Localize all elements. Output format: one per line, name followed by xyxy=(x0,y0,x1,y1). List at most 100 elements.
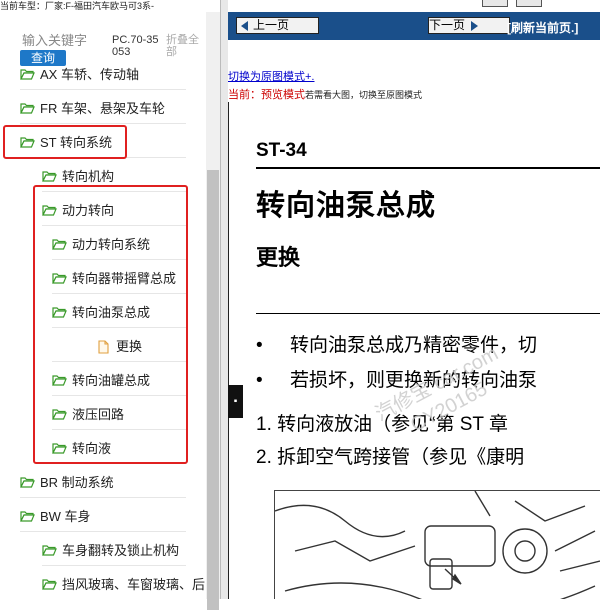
page-title: 转向油泵总成 xyxy=(256,190,437,222)
bullet-dot-icon: • xyxy=(256,370,263,391)
tree-item[interactable]: 车身翻转及锁止机构 xyxy=(42,540,179,559)
tree-scrollbar[interactable] xyxy=(206,12,220,610)
tree-item-label: 动力转向系统 xyxy=(72,237,151,252)
tree-item[interactable]: FR 车架、悬架及车轮 xyxy=(20,98,165,117)
folder-open-icon xyxy=(52,238,67,250)
next-page-button[interactable]: 下一页 xyxy=(428,17,510,34)
mode-hint: 若需看大图，切换至原图模式 xyxy=(305,90,423,100)
window-top-strip xyxy=(228,0,600,12)
tree-item-label: AX 车轿、传动轴 xyxy=(40,67,139,82)
tree-row: 挡风玻璃、车窗玻璃、后 xyxy=(0,566,206,599)
collapse-all-link[interactable]: 折叠全部 xyxy=(166,34,206,58)
mode-prefix: 当前： xyxy=(228,89,261,101)
tree-item-steering-system[interactable]: ST 转向系统 xyxy=(20,132,112,151)
bullet-text: 若损坏，则更换新的转向油泵 xyxy=(290,370,538,391)
tree-row: 动力转向 xyxy=(0,192,206,226)
section-title: 更换 xyxy=(256,245,301,270)
page-border xyxy=(228,102,229,599)
folder-open-icon xyxy=(42,170,57,182)
tree-row: 转向器带摇臂总成 xyxy=(0,260,206,294)
folder-open-icon xyxy=(52,408,67,420)
tree-row: 更换 xyxy=(0,328,206,362)
tree-item-power-steering[interactable]: 动力转向 xyxy=(42,200,114,219)
tree-row: 动力转向系统 xyxy=(0,226,206,260)
folder-open-icon xyxy=(20,510,35,522)
side-tab[interactable]: ▪ xyxy=(228,385,243,418)
mode-status: 当前：预览模式若需看大图，切换至原图模式 xyxy=(228,86,422,102)
illustration-figure xyxy=(274,490,600,599)
doc-toolbar: 上一页 下一页 [刷新当前页.] xyxy=(228,12,600,40)
tree-item[interactable]: AX 车轿、传动轴 xyxy=(20,64,139,83)
tree-item-label: BW 车身 xyxy=(40,509,91,524)
tree-row: FR 车架、悬架及车轮 xyxy=(0,90,206,124)
section-rule xyxy=(256,313,600,314)
bullet-item: • 若损坏，则更换新的转向油泵 xyxy=(256,365,537,392)
tree-item-label: 转向机构 xyxy=(62,169,115,184)
tree-item[interactable]: BR 制动系统 xyxy=(20,472,114,491)
tree-item[interactable]: 转向器带摇臂总成 xyxy=(52,268,176,287)
next-page-label: 下一页 xyxy=(429,18,466,32)
folder-open-icon xyxy=(42,204,57,216)
folder-open-icon xyxy=(20,68,35,80)
tree-item[interactable]: 动力转向系统 xyxy=(52,234,150,253)
tree-item[interactable]: 转向液 xyxy=(52,438,111,457)
window-button[interactable] xyxy=(482,0,508,7)
folder-open-icon xyxy=(42,544,57,556)
heading-rule xyxy=(256,167,600,169)
folder-open-icon xyxy=(20,102,35,114)
prev-page-label: 上一页 xyxy=(253,18,290,32)
tree-row: 转向油罐总成 xyxy=(0,362,206,396)
tree-row: 转向油泵总成 xyxy=(0,294,206,328)
tree-item-label: 转向油泵总成 xyxy=(72,305,151,320)
tree-item-replace[interactable]: 更换 xyxy=(96,336,142,355)
document-icon xyxy=(96,339,111,354)
tree-item[interactable]: 转向油泵总成 xyxy=(52,302,150,321)
tree-item-label: 转向油罐总成 xyxy=(72,373,151,388)
page-id: ST-34 xyxy=(256,140,307,161)
tree-item-label: 液压回路 xyxy=(72,407,125,422)
catalog-tree: AX 车轿、传动轴 FR 车架、悬架及车轮 ST 转向系统 转向机构 动力转向 … xyxy=(0,56,206,599)
folder-open-icon xyxy=(52,306,67,318)
engine-illustration xyxy=(274,490,600,599)
tree-item[interactable]: 转向油罐总成 xyxy=(52,370,150,389)
tree-item[interactable]: 液压回路 xyxy=(52,404,124,423)
window-button[interactable] xyxy=(516,0,542,7)
arrow-right-icon xyxy=(471,20,479,31)
search-bar: 查询 PC.70-35053 折叠全部 xyxy=(0,12,212,66)
tree-row: AX 车轿、传动轴 xyxy=(0,56,206,90)
tree-item-label: 转向液 xyxy=(72,441,112,456)
tree-item-label: ST 转向系统 xyxy=(40,135,112,150)
refresh-page-link[interactable]: [刷新当前页.] xyxy=(507,19,578,36)
tree-row: BW 车身 xyxy=(0,498,206,532)
tree-row: 车身翻转及锁止机构 xyxy=(0,532,206,566)
step-item: 1. 转向液放油（参见“第 ST 章 xyxy=(256,414,508,435)
tree-item-label: FR 车架、悬架及车轮 xyxy=(40,101,165,116)
step-item: 2. 拆卸空气跨接管（参见《康明 xyxy=(256,447,525,468)
mode-value: 预览模式 xyxy=(261,89,305,101)
folder-open-icon xyxy=(20,136,35,148)
folder-open-icon xyxy=(20,476,35,488)
tree-item-label: 车身翻转及锁止机构 xyxy=(62,543,180,558)
tree-item-label: 更换 xyxy=(116,339,143,354)
folder-open-icon xyxy=(52,374,67,386)
scrollbar-thumb[interactable] xyxy=(207,170,219,610)
tree-item[interactable]: 转向机构 xyxy=(42,166,114,185)
arrow-left-icon xyxy=(241,20,248,31)
switch-original-mode-link[interactable]: 切换为原图模式+. xyxy=(228,68,314,84)
bullet-item: • 转向油泵总成乃精密零件，切 xyxy=(256,330,537,357)
tree-row: 液压回路 xyxy=(0,396,206,430)
tree-item-label: 动力转向 xyxy=(62,203,115,218)
bullet-text: 转向油泵总成乃精密零件，切 xyxy=(290,335,538,356)
current-model-line: 当前车型：厂家:F-福田汽车欧马可3系- xyxy=(0,0,228,12)
folder-open-icon xyxy=(52,442,67,454)
tree-row: 转向机构 xyxy=(0,158,206,192)
tree-item[interactable]: BW 车身 xyxy=(20,506,91,525)
folder-open-icon xyxy=(42,578,57,590)
tree-row: ST 转向系统 xyxy=(0,124,206,158)
bullet-dot-icon: • xyxy=(256,335,263,356)
tree-item[interactable]: 挡风玻璃、车窗玻璃、后 xyxy=(42,574,205,593)
document-viewer: 切换为原图模式+. 当前：预览模式若需看大图，切换至原图模式 ST-34 转向油… xyxy=(228,40,600,599)
keyword-input[interactable] xyxy=(22,32,108,48)
tree-item-label: 转向器带摇臂总成 xyxy=(72,271,177,286)
prev-page-button[interactable]: 上一页 xyxy=(236,17,319,34)
